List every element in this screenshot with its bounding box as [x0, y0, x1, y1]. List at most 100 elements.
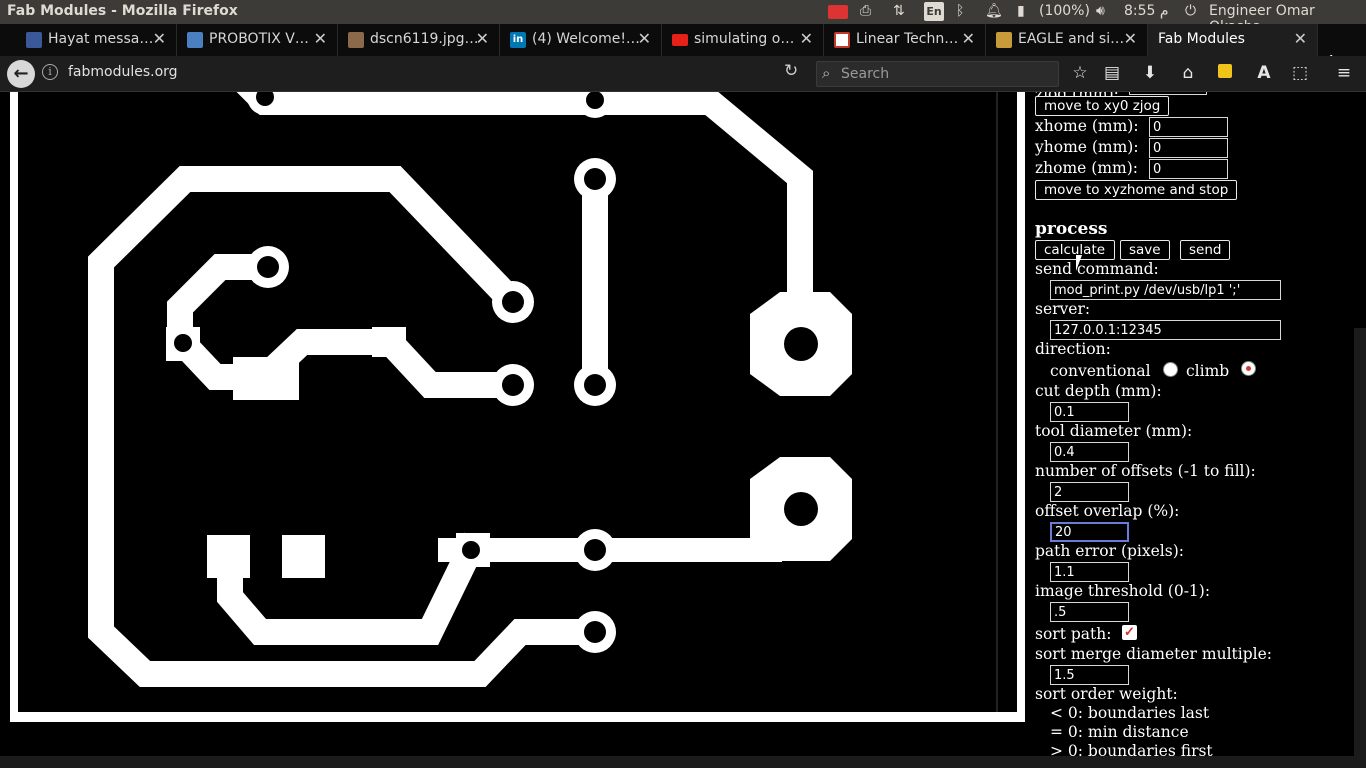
reading-list-icon[interactable]: ▤ [1101, 62, 1123, 84]
mouse-cursor [1076, 255, 1088, 271]
send-command-input[interactable] [1050, 280, 1281, 300]
notification-bell-icon[interactable]: 🔔︎ [985, 3, 1003, 19]
xhome-input[interactable] [1149, 117, 1228, 137]
browser-tab-bar: Hayat messa… ✕ PROBOTIX V… ✕ dscn6119.jp… [0, 24, 1366, 74]
sort-order-line-2: = 0: min distance [1050, 723, 1189, 741]
keyboard-layout-indicator[interactable]: En [924, 2, 944, 21]
sort-merge-label: sort merge diameter multiple: [1035, 645, 1272, 663]
close-tab-icon[interactable]: ✕ [476, 29, 489, 48]
send-button[interactable]: send [1180, 240, 1231, 260]
tab-label: Hayat messa… [48, 31, 154, 47]
home-icon[interactable]: ⌂ [1177, 62, 1199, 84]
volume-icon[interactable]: 🔊︎ [1096, 3, 1105, 19]
threshold-input[interactable] [1050, 602, 1129, 622]
youtube-favicon-icon [672, 34, 688, 46]
url-bar[interactable]: fabmodules.org [68, 64, 178, 80]
power-icon[interactable]: ⏻ [1185, 3, 1196, 19]
tab-4[interactable]: in (4) Welcome!… ✕ [500, 24, 662, 56]
zjog-input[interactable] [1129, 92, 1207, 95]
puzzle-extension-icon[interactable]: ⬚ [1289, 62, 1311, 84]
site-info-icon[interactable]: i [42, 64, 58, 80]
close-tab-icon[interactable]: ✕ [314, 29, 327, 48]
tab-5[interactable]: simulating o… ✕ [662, 24, 824, 56]
sort-order-line-1: < 0: boundaries last [1050, 704, 1210, 722]
move-xy0-zjog-button[interactable]: move to xy0 zjog [1035, 96, 1170, 116]
tab-label: Fab Modules [1158, 31, 1245, 47]
linkedin-favicon-icon: in [510, 32, 526, 48]
tab-label: PROBOTIX V… [209, 31, 309, 47]
path-error-label: path error (pixels): [1035, 542, 1184, 560]
server-label: server: [1035, 300, 1091, 318]
tab-2[interactable]: PROBOTIX V… ✕ [177, 24, 338, 56]
tool-diameter-input[interactable] [1050, 442, 1129, 462]
close-tab-icon[interactable]: ✕ [800, 29, 813, 48]
page-content: zjog (mm): move to xy0 zjog xhome (mm): … [0, 92, 1366, 768]
server-input[interactable] [1050, 320, 1281, 340]
battery-percent: (100%) [1039, 3, 1090, 19]
facebook-favicon-icon [26, 32, 42, 48]
tab-6[interactable]: Linear Techn… ✕ [824, 24, 986, 56]
conventional-label: conventional [1050, 362, 1151, 380]
overlap-input[interactable] [1050, 522, 1129, 542]
zhome-input[interactable] [1149, 159, 1228, 179]
hamburger-menu-icon[interactable]: ≡ [1333, 62, 1355, 84]
linear-tech-favicon-icon [834, 32, 850, 48]
tab-7[interactable]: EAGLE and si… ✕ [986, 24, 1148, 56]
system-top-bar: Fab Modules - Mozilla Firefox ⎙ ⇅ En ᛒ 🔔… [0, 0, 1366, 35]
yhome-input[interactable] [1149, 138, 1228, 158]
sticky-note-extension-icon[interactable] [1214, 62, 1236, 84]
sort-path-checkbox[interactable]: ✓ [1122, 625, 1137, 640]
sort-path-label: sort path: [1035, 625, 1112, 643]
network-transfer-icon[interactable]: ⇅ [893, 3, 905, 19]
bluetooth-icon[interactable]: ᛒ [956, 3, 964, 19]
yhome-label: yhome (mm): [1035, 138, 1139, 156]
browser-nav-bar: ← i fabmodules.org ↻ ⌕ ☆ ▤ ⬇ ⌂ A ⬚ ≡ [0, 56, 1366, 92]
cut-depth-label: cut depth (mm): [1035, 382, 1162, 400]
xhome-label: xhome (mm): [1035, 117, 1139, 135]
tab-label: dscn6119.jpg… [370, 31, 479, 47]
close-tab-icon[interactable]: ✕ [962, 29, 975, 48]
sort-merge-input[interactable] [1050, 665, 1129, 685]
bookmark-star-icon[interactable]: ☆ [1069, 62, 1091, 84]
zhome-label: zhome (mm): [1035, 159, 1138, 177]
offsets-input[interactable] [1050, 482, 1129, 502]
tab-label: simulating o… [694, 31, 795, 47]
move-xyzhome-button[interactable]: move to xyzhome and stop [1035, 180, 1238, 200]
eagle-favicon-icon [996, 32, 1012, 48]
battery-icon[interactable]: ▮ [1017, 3, 1025, 19]
reload-icon[interactable]: ↻ [784, 61, 798, 81]
back-arrow-icon[interactable]: ← [7, 60, 35, 88]
tab-fab-modules[interactable]: Fab Modules ✕ [1148, 24, 1318, 56]
downloads-icon[interactable]: ⬇ [1139, 62, 1161, 84]
threshold-label: image threshold (0-1): [1035, 582, 1211, 600]
offsets-label: number of offsets (-1 to fill): [1035, 462, 1256, 480]
process-heading: process [1035, 219, 1108, 239]
cut-depth-input[interactable] [1050, 402, 1129, 422]
calculate-button[interactable]: calculate [1035, 240, 1115, 260]
close-tab-icon[interactable]: ✕ [1294, 29, 1307, 48]
save-button[interactable]: save [1120, 240, 1170, 260]
tab-label: (4) Welcome!… [532, 31, 640, 47]
direction-label: direction: [1035, 340, 1111, 358]
close-tab-icon[interactable]: ✕ [1124, 29, 1137, 48]
conventional-radio[interactable] [1163, 362, 1178, 377]
tab-1[interactable]: Hayat messa… ✕ [16, 24, 177, 56]
printer-icon[interactable]: ⎙ [860, 3, 871, 19]
close-tab-icon[interactable]: ✕ [638, 29, 651, 48]
clock[interactable]: م 8:55 [1124, 3, 1169, 19]
pcb-toolpath-image [10, 92, 1025, 722]
climb-radio[interactable] [1241, 361, 1256, 376]
tab-label: Linear Techn… [856, 31, 959, 47]
send-command-label: send command: [1035, 260, 1159, 278]
horizontal-scrollbar[interactable] [0, 756, 1366, 768]
overlap-label: offset overlap (%): [1035, 502, 1180, 520]
path-error-input[interactable] [1050, 562, 1129, 582]
search-box[interactable]: ⌕ [816, 61, 1059, 87]
vertical-scrollbar[interactable] [1354, 328, 1366, 768]
image-favicon-icon [348, 32, 364, 48]
search-input[interactable] [841, 65, 1051, 83]
close-tab-icon[interactable]: ✕ [153, 29, 166, 48]
font-extension-icon[interactable]: A [1253, 62, 1275, 84]
tab-3[interactable]: dscn6119.jpg… ✕ [338, 24, 500, 56]
screen-recorder-icon[interactable] [828, 5, 848, 19]
